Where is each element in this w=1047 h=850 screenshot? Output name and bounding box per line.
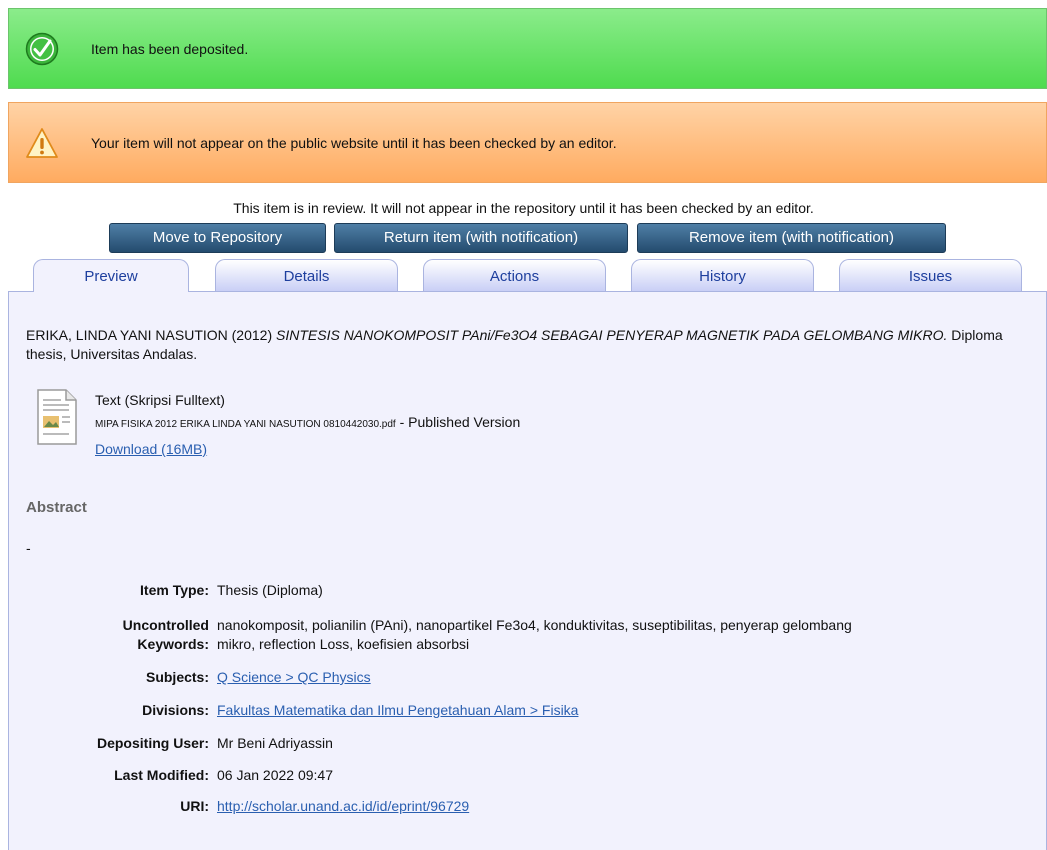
tab-history[interactable]: History <box>631 259 814 291</box>
citation-authors: ERIKA, LINDA YANI NASUTION (2012) <box>26 327 273 343</box>
document-version: - Published Version <box>399 414 521 430</box>
tab-issues[interactable]: Issues <box>839 259 1022 291</box>
keywords-label: Uncontrolled Keywords: <box>123 616 209 654</box>
subjects-label: Subjects: <box>145 669 209 685</box>
divisions-value: Fakultas Matematika dan Ilmu Pengetahuan… <box>217 701 578 720</box>
subjects-link[interactable]: Q Science > QC Physics <box>217 669 371 685</box>
abstract-text: - <box>26 540 31 556</box>
check-circle-icon <box>25 32 59 65</box>
keywords-line-2: mikro, reflection Loss, koefisien absorb… <box>217 636 470 652</box>
document-file-line: MIPA FISIKA 2012 ERIKA LINDA YANI NASUTI… <box>95 414 520 430</box>
keywords-label-line-1: Uncontrolled <box>122 617 209 633</box>
review-note: This item is in review. It will not appe… <box>233 200 814 216</box>
divisions-label: Divisions: <box>142 702 209 718</box>
warning-message: Your item will not appear on the public … <box>8 102 1047 183</box>
warning-text: Your item will not appear on the public … <box>91 134 617 151</box>
keywords-line-1: nanokomposit, polianilin (PAni), nanopar… <box>217 617 852 633</box>
citation: ERIKA, LINDA YANI NASUTION (2012) SINTES… <box>26 326 1006 364</box>
item-type-label: Item Type: <box>140 582 209 598</box>
remove-item-button[interactable]: Remove item (with notification) <box>637 223 946 253</box>
document-type: Text (Skripsi Fulltext) <box>95 392 225 408</box>
depositing-user-label: Depositing User: <box>96 735 209 751</box>
keywords-value: nanokomposit, polianilin (PAni), nanopar… <box>217 616 852 654</box>
citation-title: SINTESIS NANOKOMPOSIT PAni/Fe3O4 SEBAGAI… <box>276 327 948 343</box>
success-text: Item has been deposited. <box>91 40 249 57</box>
return-item-button[interactable]: Return item (with notification) <box>334 223 628 253</box>
keywords-label-line-2: Keywords: <box>137 636 209 652</box>
warning-triangle-icon <box>26 127 58 158</box>
document-filename: MIPA FISIKA 2012 ERIKA LINDA YANI NASUTI… <box>95 419 396 430</box>
download-link[interactable]: Download (16MB) <box>95 441 207 457</box>
document-icon <box>37 389 77 445</box>
abstract-heading: Abstract <box>26 499 87 516</box>
tab-actions[interactable]: Actions <box>423 259 606 291</box>
last-modified-label: Last Modified: <box>114 767 209 783</box>
last-modified-value: 06 Jan 2022 09:47 <box>217 767 333 783</box>
uri-label: URI: <box>180 798 209 814</box>
subjects-value: Q Science > QC Physics <box>217 668 371 687</box>
uri-value: http://scholar.unand.ac.id/id/eprint/967… <box>217 797 469 816</box>
success-message: Item has been deposited. <box>8 8 1047 89</box>
tab-details[interactable]: Details <box>215 259 398 291</box>
divisions-link[interactable]: Fakultas Matematika dan Ilmu Pengetahuan… <box>217 702 578 718</box>
depositing-user-value: Mr Beni Adriyassin <box>217 735 333 751</box>
tab-preview[interactable]: Preview <box>33 259 189 292</box>
uri-link[interactable]: http://scholar.unand.ac.id/id/eprint/967… <box>217 798 469 814</box>
move-to-repository-button[interactable]: Move to Repository <box>109 223 326 253</box>
item-type-value: Thesis (Diploma) <box>217 582 323 598</box>
